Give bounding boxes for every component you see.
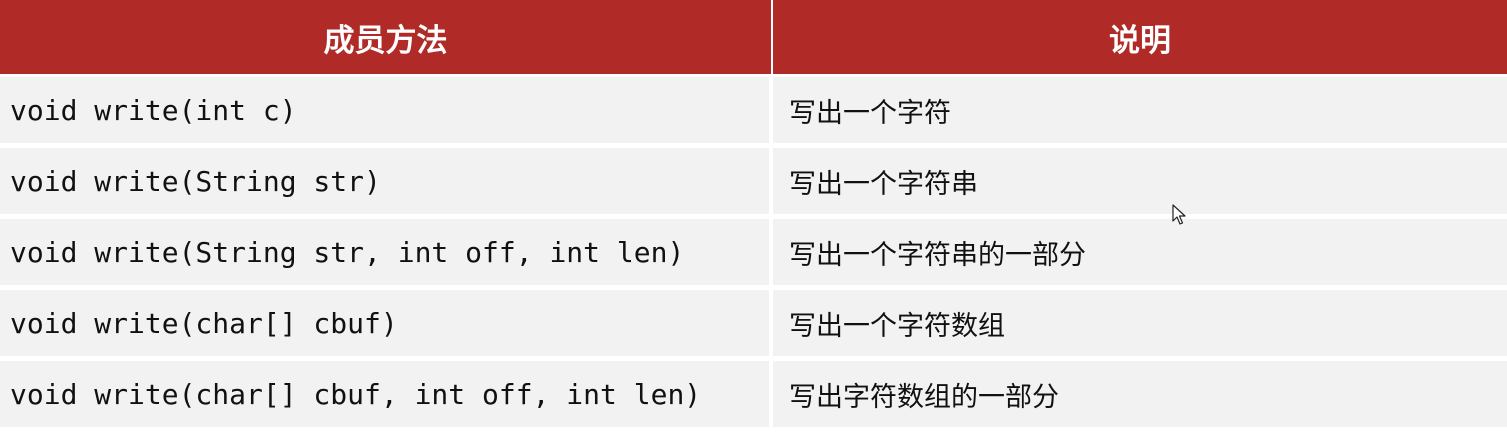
description-cell: 写出一个字符串的一部分 bbox=[773, 219, 1507, 290]
table-row: void write(String str) 写出一个字符串 bbox=[0, 148, 1507, 219]
table-body: void write(int c) 写出一个字符 void write(Stri… bbox=[0, 77, 1507, 432]
description-cell: 写出一个字符 bbox=[773, 77, 1507, 148]
description-cell: 写出字符数组的一部分 bbox=[773, 361, 1507, 432]
description-cell: 写出一个字符数组 bbox=[773, 290, 1507, 361]
method-cell: void write(String str) bbox=[0, 148, 773, 219]
method-cell: void write(char[] cbuf, int off, int len… bbox=[0, 361, 773, 432]
method-table: 成员方法 说明 void write(int c) 写出一个字符 void wr… bbox=[0, 0, 1507, 432]
description-cell: 写出一个字符串 bbox=[773, 148, 1507, 219]
table-row: void write(char[] cbuf, int off, int len… bbox=[0, 361, 1507, 432]
header-description: 说明 bbox=[773, 0, 1507, 77]
header-method: 成员方法 bbox=[0, 0, 773, 77]
method-cell: void write(int c) bbox=[0, 77, 773, 148]
method-cell: void write(char[] cbuf) bbox=[0, 290, 773, 361]
method-cell: void write(String str, int off, int len) bbox=[0, 219, 773, 290]
table-row: void write(char[] cbuf) 写出一个字符数组 bbox=[0, 290, 1507, 361]
table-row: void write(int c) 写出一个字符 bbox=[0, 77, 1507, 148]
table-header: 成员方法 说明 bbox=[0, 0, 1507, 77]
mouse-pointer-icon bbox=[1172, 204, 1186, 225]
slide: 成员方法 说明 void write(int c) 写出一个字符 void wr… bbox=[0, 0, 1507, 436]
header-row: 成员方法 说明 bbox=[0, 0, 1507, 77]
table-row: void write(String str, int off, int len)… bbox=[0, 219, 1507, 290]
